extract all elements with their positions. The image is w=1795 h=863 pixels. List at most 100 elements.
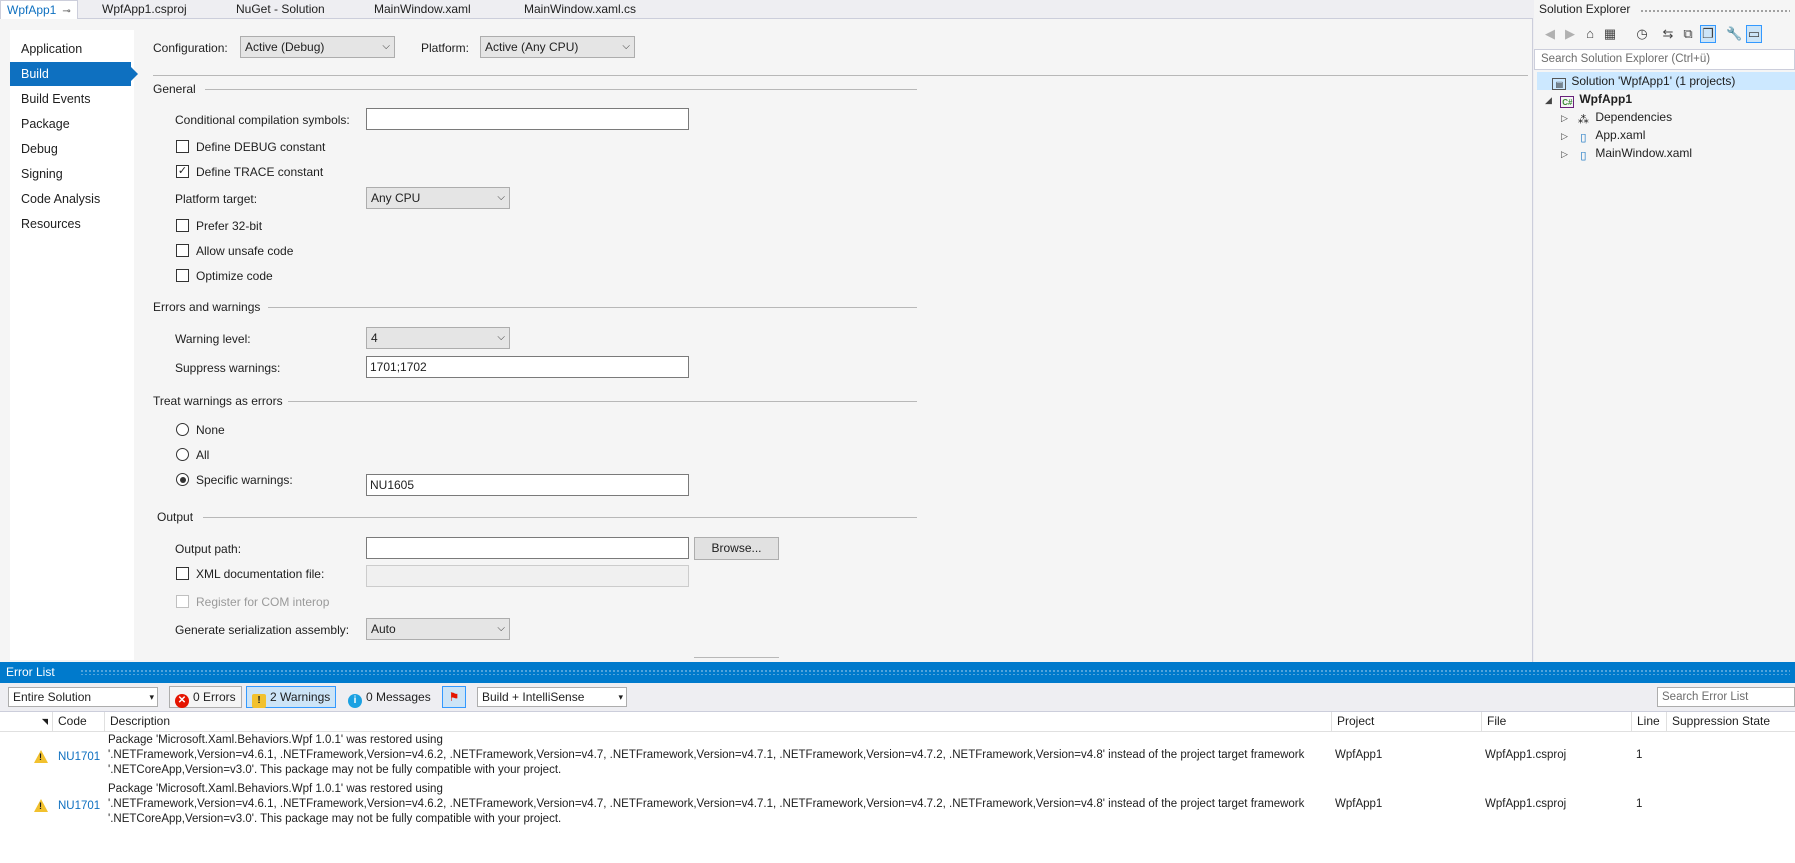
tree-item-dependencies[interactable]: ▷ ⁂ Dependencies [1561, 108, 1672, 126]
build-filter-combo[interactable]: Build + IntelliSense ▾ [477, 687, 627, 707]
treat-all-radio[interactable] [176, 448, 189, 461]
nav-item-resources[interactable]: Resources [10, 212, 134, 236]
doc-tab-csproj[interactable]: WpfApp1.csproj [96, 0, 193, 19]
chevron-down-icon: ▾ [618, 692, 623, 702]
warning-icon [34, 750, 48, 763]
messages-filter-button[interactable]: i 0 Messages [342, 686, 437, 708]
table-row[interactable]: NU1701 Package 'Microsoft.Xaml.Behaviors… [0, 733, 1795, 781]
line-cell: 1 [1636, 749, 1643, 761]
tree-solution[interactable]: ▤ Solution 'WpfApp1' (1 projects) [1537, 72, 1795, 90]
errors-filter-button[interactable]: ✕ 0 Errors [169, 686, 242, 708]
section-output: Output [157, 510, 194, 524]
scope-combo[interactable]: Entire Solution ▾ [8, 687, 158, 707]
switch-views-icon[interactable]: ▦ [1602, 26, 1618, 42]
treat-all-label: All [196, 448, 210, 462]
tree-item-label: MainWindow.xaml [1595, 146, 1693, 160]
column-sort-icon[interactable]: ◥ [0, 712, 53, 731]
define-debug-label: Define DEBUG constant [196, 140, 326, 154]
dependencies-icon: ⁂ [1577, 114, 1589, 126]
column-description[interactable]: Description [105, 712, 1332, 731]
nav-item-build-events[interactable]: Build Events [10, 87, 134, 111]
project-cell: WpfApp1 [1335, 798, 1383, 810]
define-trace-checkbox[interactable]: ✓ [176, 165, 189, 178]
properties-nav: Application Build Build Events Package D… [10, 30, 138, 660]
tree-item-mainwindow-xaml[interactable]: ▷ ▯ MainWindow.xaml [1561, 144, 1692, 162]
collapsed-icon[interactable]: ▷ [1561, 145, 1573, 163]
forward-icon[interactable]: ▶ [1562, 26, 1578, 42]
filter-icon[interactable]: ⚑ [442, 686, 466, 708]
suppress-warnings-input[interactable]: 1701;1702 [366, 356, 689, 378]
doc-tab-label: MainWindow.xaml.cs [524, 2, 637, 16]
error-code-link[interactable]: NU1701 [58, 799, 100, 814]
section-errors-warnings: Errors and warnings [153, 300, 261, 314]
platform-value: Active (Any CPU) [485, 40, 579, 54]
collapse-all-icon[interactable]: ⧉ [1680, 26, 1696, 42]
column-suppression-state[interactable]: Suppression State [1667, 712, 1795, 731]
nav-item-code-analysis[interactable]: Code Analysis [10, 187, 134, 211]
section-general: General [153, 82, 196, 96]
serialization-combo[interactable]: Auto ⌵ [366, 618, 510, 640]
prefer-32bit-checkbox[interactable] [176, 219, 189, 232]
warning-level-value: 4 [371, 331, 378, 345]
nav-item-application[interactable]: Application [10, 37, 134, 61]
project-label: WpfApp1 [1579, 92, 1632, 106]
define-debug-checkbox[interactable] [176, 140, 189, 153]
browse-button[interactable]: Browse... [694, 537, 779, 560]
table-row[interactable]: NU1701 Package 'Microsoft.Xaml.Behaviors… [0, 782, 1795, 830]
sync-icon[interactable]: ⇆ [1660, 26, 1676, 42]
column-code[interactable]: Code [53, 712, 105, 731]
allow-unsafe-checkbox[interactable] [176, 244, 189, 257]
output-path-input[interactable] [366, 537, 689, 559]
collapsed-icon[interactable]: ▷ [1561, 109, 1573, 127]
show-all-files-icon[interactable]: ❐ [1700, 25, 1716, 43]
treat-specific-radio[interactable] [176, 473, 189, 486]
doc-tab-nuget[interactable]: NuGet - Solution [230, 0, 331, 19]
nav-item-build[interactable]: Build [10, 62, 138, 86]
pending-changes-icon[interactable]: ◷ [1634, 26, 1650, 42]
platform-target-combo[interactable]: Any CPU ⌵ [366, 187, 510, 209]
tree-item-app-xaml[interactable]: ▷ ▯ App.xaml [1561, 126, 1645, 144]
nav-item-package[interactable]: Package [10, 112, 134, 136]
column-line[interactable]: Line [1632, 712, 1667, 731]
treat-none-radio[interactable] [176, 423, 189, 436]
symbols-input[interactable] [366, 108, 689, 130]
warnings-count: 2 Warnings [270, 690, 331, 704]
description-line: '.NETFramework,Version=v4.6.1, .NETFrame… [108, 798, 1305, 810]
doc-tab-mainwindow-xaml[interactable]: MainWindow.xaml [368, 0, 477, 19]
platform-combo[interactable]: Active (Any CPU) ⌵ [480, 36, 635, 58]
nav-item-signing[interactable]: Signing [10, 162, 134, 186]
description-line: Package 'Microsoft.Xaml.Behaviors.Wpf 1.… [108, 734, 443, 746]
doc-tab-mainwindow-xaml-cs[interactable]: MainWindow.xaml.cs [518, 0, 642, 19]
expanded-icon[interactable]: ◢ [1545, 91, 1557, 109]
tree-project[interactable]: ◢ C# WpfApp1 [1545, 90, 1632, 108]
xaml-file-icon: ▯ [1580, 150, 1587, 162]
tree-item-label: Dependencies [1595, 110, 1673, 124]
warning-level-combo[interactable]: 4 ⌵ [366, 327, 510, 349]
wrench-icon[interactable]: 🔧 [1726, 26, 1742, 42]
configuration-combo[interactable]: Active (Debug) ⌵ [240, 36, 395, 58]
preview-icon[interactable]: ▭ [1746, 25, 1762, 43]
home-icon[interactable]: ⌂ [1582, 26, 1598, 41]
drag-grip[interactable] [1640, 9, 1790, 13]
column-file[interactable]: File [1482, 712, 1632, 731]
allow-unsafe-label: Allow unsafe code [196, 244, 294, 258]
solution-search-input[interactable]: Search Solution Explorer (Ctrl+ü) [1534, 49, 1795, 70]
specific-warnings-input[interactable]: NU1605 [366, 474, 689, 496]
description-line: '.NETFramework,Version=v4.6.1, .NETFrame… [108, 749, 1305, 761]
nav-item-debug[interactable]: Debug [10, 137, 134, 161]
column-project[interactable]: Project [1332, 712, 1482, 731]
collapsed-icon[interactable]: ▷ [1561, 127, 1573, 145]
error-list-search-input[interactable]: Search Error List [1657, 687, 1795, 707]
solution-label: Solution 'WpfApp1' (1 projects) [1571, 74, 1736, 88]
optimize-code-checkbox[interactable] [176, 269, 189, 282]
drag-grip[interactable] [80, 669, 1790, 675]
warnings-filter-button[interactable]: ! 2 Warnings [246, 686, 337, 708]
chevron-down-icon: ⌵ [497, 192, 505, 203]
xaml-file-icon: ▯ [1580, 132, 1587, 144]
doc-tab-wpfapp1[interactable]: WpfApp1 ⊸ [0, 0, 78, 19]
xml-doc-checkbox[interactable] [176, 567, 189, 580]
chevron-down-icon: ⌵ [622, 41, 630, 52]
error-code-link[interactable]: NU1701 [58, 750, 100, 765]
back-icon[interactable]: ◀ [1542, 26, 1558, 42]
configuration-label: Configuration: [153, 41, 228, 55]
